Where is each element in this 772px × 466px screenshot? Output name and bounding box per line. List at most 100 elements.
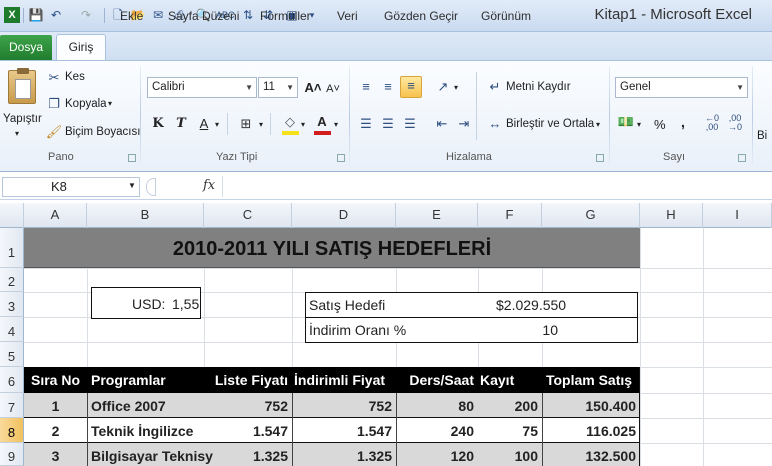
fill-color-dropdown-icon[interactable]: ▾ bbox=[301, 120, 305, 129]
column-header-a[interactable]: A bbox=[24, 203, 87, 228]
increase-indent-icon[interactable]: ⇥ bbox=[455, 115, 473, 133]
name-box-dropdown-icon[interactable]: ▼ bbox=[128, 181, 136, 190]
font-name-combo[interactable]: Calibri ▼ bbox=[147, 77, 257, 98]
decrease-decimal-icon[interactable]: ,00 →0 bbox=[726, 114, 744, 132]
tab-view[interactable]: Görünüm bbox=[481, 6, 531, 28]
table-cell[interactable]: Bilgisayar Teknisy bbox=[91, 444, 213, 466]
table-cell[interactable]: 80 bbox=[396, 394, 474, 418]
column-header-c[interactable]: C bbox=[204, 203, 292, 228]
column-header-h[interactable]: H bbox=[640, 203, 703, 228]
row-header-9[interactable]: 9 bbox=[0, 443, 24, 466]
comma-button[interactable]: , bbox=[681, 114, 685, 130]
align-center-icon[interactable]: ☰ bbox=[379, 115, 397, 133]
align-bottom-icon[interactable]: ≡ bbox=[400, 76, 422, 98]
underline-dropdown-icon[interactable]: ▾ bbox=[215, 120, 219, 129]
merge-dropdown-icon[interactable]: ▾ bbox=[596, 120, 600, 129]
copy-dropdown-icon[interactable]: ▾ bbox=[108, 99, 112, 108]
merge-center-button[interactable]: Birleştir ve Ortala bbox=[506, 118, 594, 130]
copy-icon[interactable]: ❐ bbox=[45, 95, 63, 113]
grow-font-icon[interactable]: A˄ bbox=[304, 79, 322, 97]
underline-button[interactable]: A bbox=[195, 115, 213, 133]
table-cell[interactable]: 240 bbox=[396, 419, 474, 443]
paste-button[interactable]: Yapıştır bbox=[3, 113, 42, 125]
table-cell[interactable]: 1.325 bbox=[292, 444, 392, 466]
align-top-icon[interactable]: ≡ bbox=[357, 78, 375, 96]
copy-button[interactable]: Kopyala bbox=[65, 98, 107, 110]
table-cell[interactable]: 75 bbox=[478, 419, 538, 443]
row-header-3[interactable]: 3 bbox=[0, 292, 24, 317]
decrease-indent-icon[interactable]: ⇤ bbox=[433, 115, 451, 133]
insert-function-icon[interactable]: fx bbox=[203, 178, 215, 193]
orientation-dropdown-icon[interactable]: ▾ bbox=[454, 83, 458, 92]
increase-decimal-icon[interactable]: ←0,00 bbox=[703, 114, 721, 132]
chevron-down-icon[interactable]: ▼ bbox=[286, 78, 294, 97]
format-painter-button[interactable]: Biçim Boyacısı bbox=[65, 126, 140, 138]
table-cell[interactable]: 1.547 bbox=[204, 419, 288, 443]
currency-icon[interactable]: 💵 bbox=[617, 113, 635, 131]
orientation-icon[interactable]: ↗ bbox=[434, 78, 452, 96]
row-header-4[interactable]: 4 bbox=[0, 317, 24, 342]
format-painter-icon[interactable]: 🖌 bbox=[45, 123, 63, 141]
paste-dropdown-icon[interactable]: ▾ bbox=[15, 129, 19, 138]
table-cell[interactable]: 752 bbox=[292, 394, 392, 418]
align-middle-icon[interactable]: ≡ bbox=[379, 78, 397, 96]
number-launcher-icon[interactable] bbox=[738, 154, 746, 162]
redo-icon[interactable]: ↷ bbox=[78, 7, 94, 23]
column-header-i[interactable]: I bbox=[703, 203, 772, 228]
font-color-dropdown-icon[interactable]: ▾ bbox=[334, 120, 338, 129]
chevron-down-icon[interactable]: ▼ bbox=[245, 78, 253, 97]
percent-button[interactable]: % bbox=[654, 117, 666, 132]
tab-page-layout[interactable]: Sayfa Düzeni bbox=[168, 6, 239, 28]
font-size-combo[interactable]: 11 ▼ bbox=[258, 77, 298, 98]
cut-button[interactable]: Kes bbox=[65, 71, 85, 83]
undo-icon[interactable]: ↶ bbox=[48, 7, 64, 23]
tab-formulas[interactable]: Formüller bbox=[260, 6, 311, 28]
tab-home[interactable]: Giriş bbox=[56, 34, 106, 61]
fill-color-icon[interactable]: ◇ bbox=[281, 113, 299, 131]
italic-button[interactable]: T bbox=[172, 115, 190, 133]
column-header-b[interactable]: B bbox=[87, 203, 204, 228]
row-header-5[interactable]: 5 bbox=[0, 342, 24, 367]
table-cell[interactable]: 200 bbox=[478, 394, 538, 418]
column-header-e[interactable]: E bbox=[396, 203, 478, 228]
borders-dropdown-icon[interactable]: ▾ bbox=[259, 120, 263, 129]
row-header-1[interactable]: 1 bbox=[0, 228, 24, 268]
row-header-8[interactable]: 8 bbox=[0, 418, 24, 443]
cut-icon[interactable]: ✂ bbox=[45, 69, 63, 87]
table-cell[interactable]: 752 bbox=[204, 394, 288, 418]
table-cell[interactable]: 1 bbox=[24, 394, 87, 418]
font-color-icon[interactable]: A bbox=[313, 113, 331, 131]
table-cell[interactable]: 120 bbox=[396, 444, 474, 466]
borders-icon[interactable]: ⊞ bbox=[237, 115, 255, 133]
wrap-text-button[interactable]: Metni Kaydır bbox=[506, 81, 571, 93]
table-cell[interactable]: 150.400 bbox=[542, 394, 636, 418]
bold-button[interactable]: K bbox=[149, 115, 167, 133]
row-header-6[interactable]: 6 bbox=[0, 367, 24, 393]
select-all-corner[interactable] bbox=[0, 203, 24, 228]
table-cell[interactable]: 100 bbox=[478, 444, 538, 466]
table-cell[interactable]: 1.547 bbox=[292, 419, 392, 443]
wrap-text-icon[interactable]: ↵ bbox=[486, 78, 504, 96]
table-cell[interactable]: Teknik İngilizce bbox=[91, 419, 193, 443]
name-box[interactable]: K8 bbox=[2, 177, 140, 197]
table-cell[interactable]: 1.325 bbox=[204, 444, 288, 466]
sort-ascending-icon[interactable]: ⇅ bbox=[240, 7, 256, 23]
tab-file[interactable]: Dosya bbox=[0, 35, 52, 61]
tab-data[interactable]: Veri bbox=[337, 6, 358, 28]
table-cell[interactable]: 3 bbox=[24, 444, 87, 466]
column-header-g[interactable]: G bbox=[542, 203, 640, 228]
tab-review[interactable]: Gözden Geçir bbox=[384, 6, 458, 28]
font-launcher-icon[interactable] bbox=[337, 154, 345, 162]
align-right-icon[interactable]: ☰ bbox=[401, 115, 419, 133]
table-cell[interactable]: Office 2007 bbox=[91, 394, 166, 418]
align-left-icon[interactable]: ☰ bbox=[357, 115, 375, 133]
clipboard-launcher-icon[interactable] bbox=[128, 154, 136, 162]
row-header-7[interactable]: 7 bbox=[0, 393, 24, 418]
number-format-combo[interactable]: Genel ▼ bbox=[615, 77, 748, 98]
formula-input[interactable] bbox=[222, 176, 770, 197]
currency-dropdown-icon[interactable]: ▾ bbox=[637, 120, 641, 129]
table-cell[interactable]: 116.025 bbox=[542, 419, 636, 443]
email-icon[interactable]: ✉ bbox=[150, 7, 166, 23]
tab-insert[interactable]: Ekle bbox=[120, 6, 143, 28]
merge-center-icon[interactable]: ↔ bbox=[486, 115, 504, 133]
